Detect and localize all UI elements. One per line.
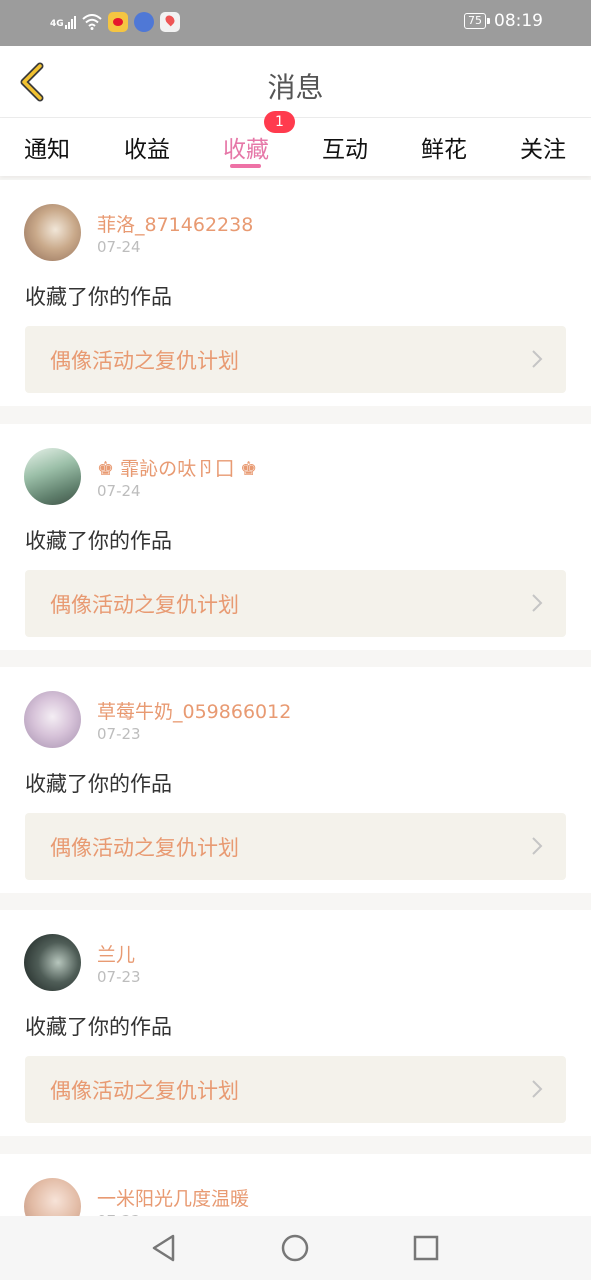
- message-card: 一米阳光几度温暖 07-22: [0, 1154, 591, 1216]
- tab-following[interactable]: 关注: [508, 130, 578, 164]
- chevron-right-icon: [532, 1080, 543, 1098]
- avatar[interactable]: [24, 448, 81, 505]
- chevron-right-icon: [532, 837, 543, 855]
- message-date: 07-24: [97, 238, 141, 256]
- avatar[interactable]: [24, 204, 81, 261]
- tab-badge: 1: [264, 111, 295, 133]
- network-type: 4G: [50, 19, 64, 29]
- work-title: 偶像活动之复仇计划: [50, 836, 239, 860]
- message-date: 07-23: [97, 968, 141, 986]
- message-date: 07-24: [97, 482, 141, 500]
- chevron-right-icon: [532, 594, 543, 612]
- header: 消息: [0, 46, 591, 118]
- work-title: 偶像活动之复仇计划: [50, 593, 239, 617]
- clock: 08:19: [494, 11, 543, 31]
- avatar[interactable]: [24, 691, 81, 748]
- username[interactable]: 草莓牛奶_059866012: [97, 697, 291, 724]
- message-card: 菲洛_871462238 07-24 收藏了你的作品 偶像活动之复仇计划: [0, 180, 591, 406]
- message-text: 收藏了你的作品: [25, 285, 172, 309]
- avatar[interactable]: [24, 1178, 81, 1216]
- battery-icon: 75: [464, 13, 490, 29]
- tab-flowers[interactable]: 鲜花: [409, 130, 479, 164]
- work-link[interactable]: 偶像活动之复仇计划: [25, 570, 566, 637]
- page-title: 消息: [267, 71, 324, 104]
- message-text: 收藏了你的作品: [25, 1015, 172, 1039]
- active-tab-indicator: [230, 164, 261, 168]
- message-date: 07-23: [97, 725, 141, 743]
- username[interactable]: ♚ 霏訫の呔卪囗 ♚: [97, 454, 257, 481]
- username[interactable]: 一米阳光几度温暖: [97, 1184, 249, 1211]
- work-link[interactable]: 偶像活动之复仇计划: [25, 326, 566, 393]
- system-nav-bar: [0, 1216, 591, 1280]
- work-title: 偶像活动之复仇计划: [50, 349, 239, 373]
- nav-recents-icon[interactable]: [410, 1232, 442, 1264]
- message-text: 收藏了你的作品: [25, 772, 172, 796]
- avatar[interactable]: [24, 934, 81, 991]
- map-pin-icon: [159, 12, 180, 32]
- work-title: 偶像活动之复仇计划: [50, 1079, 239, 1103]
- work-link[interactable]: 偶像活动之复仇计划: [25, 1056, 566, 1123]
- message-card: 兰儿 07-23 收藏了你的作品 偶像活动之复仇计划: [0, 910, 591, 1136]
- tab-favorites[interactable]: 收藏: [211, 130, 281, 164]
- chevron-right-icon: [532, 350, 543, 368]
- status-bar: 4G 75 08:19: [0, 0, 591, 46]
- app-notification-icon: [133, 12, 154, 32]
- tab-bar: 通知 收益 收藏 互动 鲜花 关注: [0, 118, 591, 176]
- tab-notifications[interactable]: 通知: [12, 130, 82, 164]
- username[interactable]: 菲洛_871462238: [97, 210, 253, 237]
- message-text: 收藏了你的作品: [25, 529, 172, 553]
- wifi-icon: [81, 14, 102, 30]
- username[interactable]: 兰儿: [97, 940, 135, 967]
- nav-home-icon[interactable]: [279, 1232, 311, 1264]
- work-link[interactable]: 偶像活动之复仇计划: [25, 813, 566, 880]
- nav-back-icon[interactable]: [148, 1232, 180, 1264]
- tab-earnings[interactable]: 收益: [112, 130, 182, 164]
- message-card: 草莓牛奶_059866012 07-23 收藏了你的作品 偶像活动之复仇计划: [0, 667, 591, 893]
- signal-icon: [64, 15, 76, 29]
- tab-interactions[interactable]: 互动: [310, 130, 380, 164]
- weibo-icon: [107, 12, 128, 32]
- message-card: ♚ 霏訫の呔卪囗 ♚ 07-24 收藏了你的作品 偶像活动之复仇计划: [0, 424, 591, 650]
